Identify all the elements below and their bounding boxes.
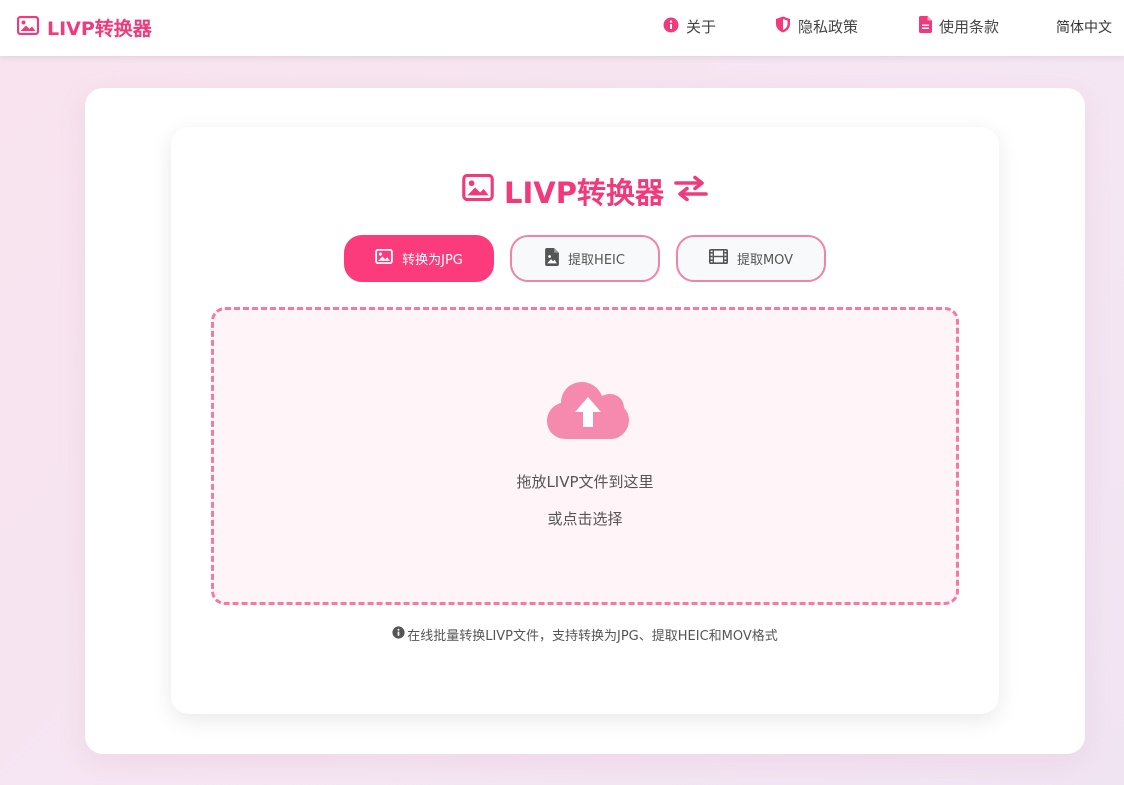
cloud-upload-icon: [547, 382, 629, 444]
tab-extract-mov[interactable]: 提取MOV: [676, 235, 826, 282]
dropzone-primary-text: 拖放LIVP文件到这里: [516, 473, 654, 491]
brand-title: LIVP转换器: [47, 18, 152, 40]
image-icon: [16, 15, 40, 40]
document-icon: [919, 16, 932, 37]
top-navbar: LIVP转换器 关于 隐私政策 使用条款 简体中文: [0, 0, 1124, 56]
tab-extract-heic-label: 提取HEIC: [568, 253, 625, 268]
nav-about[interactable]: 关于: [663, 16, 716, 37]
language-label: 简体中文: [1056, 20, 1112, 36]
nav-privacy[interactable]: 隐私政策: [775, 16, 858, 37]
tab-convert-jpg-label: 转换为JPG: [402, 253, 463, 268]
shield-icon: [775, 16, 791, 37]
image-icon: [375, 248, 393, 268]
file-dropzone[interactable]: 拖放LIVP文件到这里 或点击选择: [211, 307, 959, 605]
tab-extract-mov-label: 提取MOV: [736, 253, 794, 268]
nav-privacy-label: 隐私政策: [798, 18, 859, 36]
film-icon: [708, 249, 728, 268]
dropzone-secondary-text: 或点击选择: [547, 510, 623, 528]
language-selector[interactable]: 简体中文: [1056, 17, 1112, 37]
tab-extract-heic[interactable]: 提取HEIC: [510, 235, 660, 282]
file-image-icon: [545, 247, 559, 270]
tab-convert-jpg[interactable]: 转换为JPG: [344, 235, 494, 282]
nav-about-label: 关于: [686, 18, 717, 36]
nav-terms[interactable]: 使用条款: [919, 16, 999, 37]
brand-logo[interactable]: LIVP转换器: [16, 14, 152, 41]
nav-terms-label: 使用条款: [939, 18, 1000, 36]
info-icon: [663, 17, 679, 37]
